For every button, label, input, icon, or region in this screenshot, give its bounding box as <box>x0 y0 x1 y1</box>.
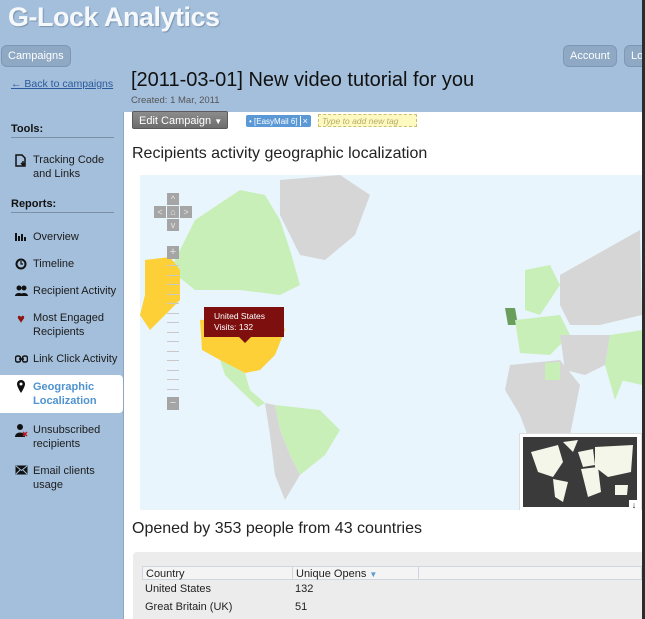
edit-campaign-dropdown[interactable]: Edit Campaign ▼ <box>132 111 228 129</box>
zoom-slider-tick[interactable] <box>167 312 179 314</box>
sort-desc-icon: ▼ <box>369 570 378 579</box>
zoom-slider-tick[interactable] <box>167 369 179 371</box>
scandinavia <box>525 265 560 315</box>
zoom-slider-tick[interactable] <box>167 360 179 361</box>
sidebar-item-unsubscribed[interactable]: Unsubscribed recipients <box>0 423 123 453</box>
created-date: Created: 1 Mar, 2011 <box>131 95 220 106</box>
pan-up-button[interactable]: ^ <box>167 193 179 205</box>
summary-heading: Opened by 353 people from 43 countries <box>132 520 422 537</box>
users-icon <box>14 285 28 299</box>
zoom-out-button[interactable]: − <box>167 397 179 410</box>
remove-tag-icon[interactable]: × <box>299 116 308 126</box>
zoom-slider-tick[interactable] <box>167 274 179 276</box>
zoom-slider-tick[interactable] <box>167 322 179 323</box>
minimap-toggle-icon[interactable]: ↓ <box>629 500 639 510</box>
column-header-unique-opens[interactable]: Unique Opens ▼ <box>292 566 419 580</box>
zoom-slider-tick[interactable] <box>167 331 179 333</box>
account-button[interactable]: Account <box>563 45 617 67</box>
zoom-in-button[interactable]: + <box>167 246 179 259</box>
page-title: [2011-03-01] New video tutorial for you <box>131 69 475 91</box>
sidebar-item-tracking-code[interactable]: Tracking Code and Links <box>0 153 123 185</box>
map-tooltip: United States Visits: 132 <box>204 307 284 343</box>
app-logo: G-Lock Analytics <box>8 2 220 32</box>
zoom-slider-tick[interactable] <box>167 303 179 304</box>
egypt <box>545 362 560 380</box>
middle-east <box>560 335 610 375</box>
overview-minimap[interactable]: ↓ <box>519 433 642 510</box>
column-header-empty <box>418 566 642 580</box>
campaigns-button[interactable]: Campaigns <box>1 45 71 67</box>
map-pin-icon <box>14 380 28 394</box>
greenland <box>280 175 370 260</box>
pan-left-button[interactable]: < <box>154 206 166 218</box>
zoom-slider-tick[interactable] <box>167 293 179 295</box>
zoom-slider-tick[interactable] <box>167 388 179 390</box>
zoom-slider-tick[interactable] <box>167 265 179 266</box>
sidebar-item-most-engaged[interactable]: ♥ Most Engaged Recipients <box>0 311 123 341</box>
download-document-icon <box>14 154 28 168</box>
new-tag-input[interactable]: Type to add new tag <box>318 114 417 127</box>
back-to-campaigns-link[interactable]: ← Back to campaigns <box>11 78 113 90</box>
sidebar-item-recipient-activity[interactable]: Recipient Activity <box>0 284 123 300</box>
user-remove-icon <box>14 424 28 438</box>
tag-chip[interactable]: • [EasyMail 6] × <box>246 115 311 127</box>
clock-icon <box>14 258 28 272</box>
bar-chart-icon <box>14 231 28 245</box>
home-icon[interactable]: ⌂ <box>167 206 179 218</box>
pan-down-button[interactable]: v <box>167 219 179 231</box>
zoom-slider-tick[interactable] <box>167 379 179 380</box>
sidebar-item-overview[interactable]: Overview <box>0 230 123 246</box>
sidebar-item-geographic-localization[interactable]: Geographic Localization <box>0 375 123 413</box>
map-heading: Recipients activity geographic localizat… <box>132 145 428 162</box>
zoom-slider-tick[interactable] <box>167 284 179 285</box>
sidebar-item-link-click[interactable]: Link Click Activity <box>0 352 123 368</box>
minimap-world <box>531 440 633 502</box>
zoom-slider-tick[interactable] <box>167 341 179 342</box>
link-icon <box>14 353 28 367</box>
pan-right-button[interactable]: > <box>180 206 192 218</box>
reports-heading: Reports: <box>11 198 114 213</box>
sidebar-item-email-clients[interactable]: Email clients usage <box>0 464 123 494</box>
envelope-icon <box>14 465 28 479</box>
heart-icon: ♥ <box>17 311 25 326</box>
caret-down-icon: ▼ <box>214 117 223 126</box>
column-header-country[interactable]: Country <box>142 566 293 580</box>
tools-heading: Tools: <box>11 123 114 138</box>
sidebar-item-timeline[interactable]: Timeline <box>0 257 123 273</box>
russia <box>560 230 642 325</box>
world-map[interactable]: ^ < ⌂ > v + − United States Visits: 132 … <box>140 175 642 510</box>
zoom-slider-tick[interactable] <box>167 350 179 352</box>
